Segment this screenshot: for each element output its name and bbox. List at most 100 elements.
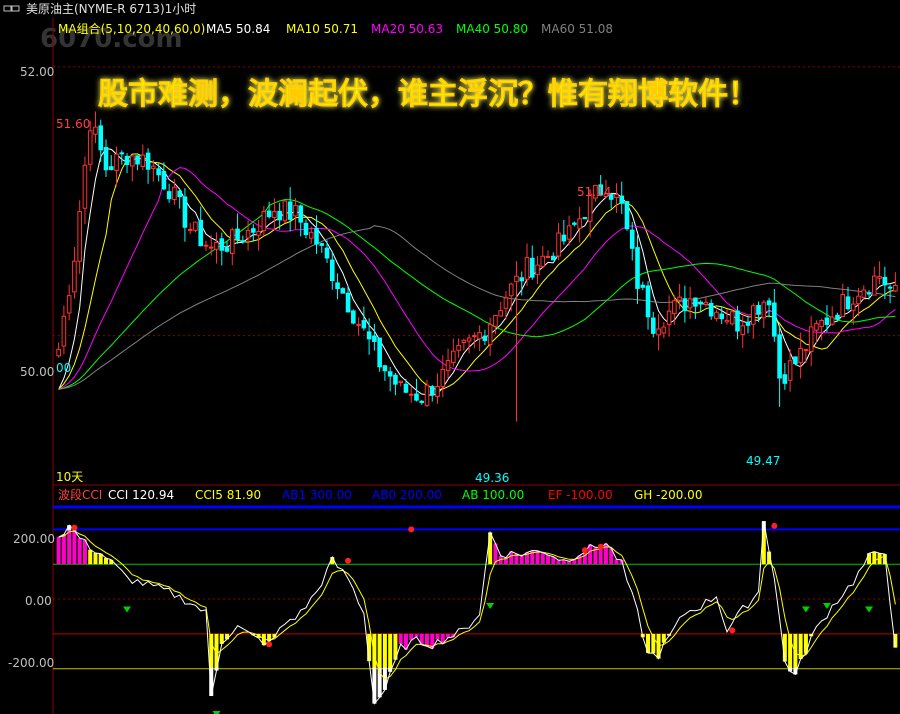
ma-legend-ma20: MA20 50.63 bbox=[371, 22, 443, 36]
candle-body bbox=[750, 305, 756, 325]
candle-body bbox=[435, 386, 440, 397]
candle-body bbox=[319, 243, 325, 246]
cci-legend-cci: CCI 120.94 bbox=[108, 488, 174, 502]
high-label-2: 51.14 bbox=[577, 185, 611, 199]
candle-body bbox=[698, 301, 703, 305]
candle-body bbox=[729, 311, 735, 325]
candle-body bbox=[403, 383, 409, 393]
candle-body bbox=[687, 298, 693, 309]
cci-signal-dot bbox=[771, 522, 778, 529]
candle-body bbox=[298, 205, 304, 223]
candle-body bbox=[656, 328, 661, 336]
cci-lines bbox=[58, 521, 896, 705]
candle-body bbox=[114, 153, 119, 172]
candle-body bbox=[566, 225, 572, 240]
cci-tick-0: 0.00 bbox=[25, 594, 52, 608]
cci-dots bbox=[71, 522, 874, 714]
candle-body bbox=[361, 320, 367, 329]
candle-body bbox=[108, 166, 114, 171]
candle-body bbox=[619, 195, 625, 204]
candle-body bbox=[545, 255, 551, 258]
cci-bar-neg bbox=[372, 633, 377, 669]
candle-body bbox=[229, 229, 235, 255]
candle-body bbox=[130, 155, 135, 167]
candle-body bbox=[850, 303, 856, 311]
candle-body bbox=[582, 217, 588, 220]
cci-bar-neg bbox=[377, 633, 382, 669]
candle-body bbox=[887, 286, 893, 289]
cci-bar-pos bbox=[535, 550, 540, 565]
candle-body bbox=[287, 201, 293, 220]
cci-grid bbox=[53, 505, 900, 670]
candle-body bbox=[493, 315, 498, 327]
cci-bar-neg bbox=[425, 633, 430, 647]
candle-body bbox=[198, 219, 204, 247]
price-tick-52: 52.00 bbox=[20, 65, 54, 79]
candle-body bbox=[187, 228, 193, 231]
candle-body bbox=[214, 241, 219, 250]
candle-body bbox=[524, 256, 530, 280]
candle-body bbox=[372, 335, 377, 342]
cci-bar-pos bbox=[67, 529, 72, 565]
candle-body bbox=[487, 324, 493, 345]
cci-signal-triangle bbox=[486, 603, 495, 610]
cci-tick-neg200: -200.00 bbox=[8, 656, 54, 670]
cci-tick-200: 200.00 bbox=[13, 532, 55, 546]
candle-body bbox=[429, 386, 435, 396]
candle-body bbox=[424, 384, 430, 406]
candle-body bbox=[72, 260, 77, 293]
candle-body bbox=[629, 229, 635, 249]
candle-body bbox=[440, 368, 446, 387]
price-tick-50: 50.00 bbox=[20, 365, 54, 379]
cci-bar-pos bbox=[519, 556, 524, 565]
candle-body bbox=[182, 196, 188, 228]
high-label-1: 51.60 bbox=[56, 117, 90, 131]
cci-signal-dot bbox=[345, 557, 352, 564]
cci-signal-triangle bbox=[865, 606, 874, 613]
candle-body bbox=[398, 380, 403, 383]
cci-bar-neg bbox=[435, 633, 440, 640]
candle-body bbox=[124, 155, 130, 165]
candle-body bbox=[340, 288, 346, 294]
candle-body bbox=[456, 344, 461, 351]
candle-body bbox=[714, 311, 719, 320]
candle-body bbox=[719, 313, 725, 320]
candle-body bbox=[882, 276, 888, 286]
candle-body bbox=[514, 275, 519, 283]
candle-body bbox=[682, 298, 688, 312]
candle-body bbox=[756, 304, 761, 315]
candle-body bbox=[766, 300, 772, 306]
candle-body bbox=[382, 365, 388, 372]
candle-body bbox=[856, 295, 861, 305]
candle-body bbox=[293, 204, 298, 217]
candle-body bbox=[761, 301, 767, 319]
candle-body bbox=[272, 211, 277, 218]
cci-legend-cci5: CCI5 81.90 bbox=[195, 488, 261, 502]
candle-body bbox=[461, 339, 467, 344]
candle-body bbox=[708, 302, 714, 317]
candle-body bbox=[551, 255, 556, 261]
cci-bar-pos bbox=[867, 553, 872, 565]
cci-legend-gh: GH -200.00 bbox=[634, 488, 702, 502]
candle-body bbox=[819, 320, 824, 328]
ma-legend-ma5: MA5 50.84 bbox=[206, 22, 270, 36]
period-label: 10天 bbox=[56, 470, 83, 484]
cci-bar-pos bbox=[546, 555, 551, 565]
candle-body bbox=[693, 297, 698, 307]
cci-bar-pos bbox=[598, 547, 603, 565]
candle-body bbox=[324, 247, 330, 259]
cci-line bbox=[58, 521, 896, 705]
candle-body bbox=[645, 285, 651, 318]
candle-body bbox=[672, 300, 677, 315]
cci-signal-dot bbox=[408, 526, 415, 533]
candle-body bbox=[151, 165, 156, 169]
candle-body bbox=[277, 210, 282, 221]
cci-bar-pos bbox=[56, 537, 61, 565]
candle-body bbox=[540, 255, 546, 267]
candle-body bbox=[814, 323, 819, 331]
candle-body bbox=[351, 310, 356, 324]
candle-body bbox=[735, 310, 740, 332]
promo-banner: 股市难测，波澜起伏，谁主浮沉？惟有翔博软件！ bbox=[98, 77, 759, 113]
candle-body bbox=[661, 326, 667, 334]
candle-body bbox=[577, 218, 582, 229]
